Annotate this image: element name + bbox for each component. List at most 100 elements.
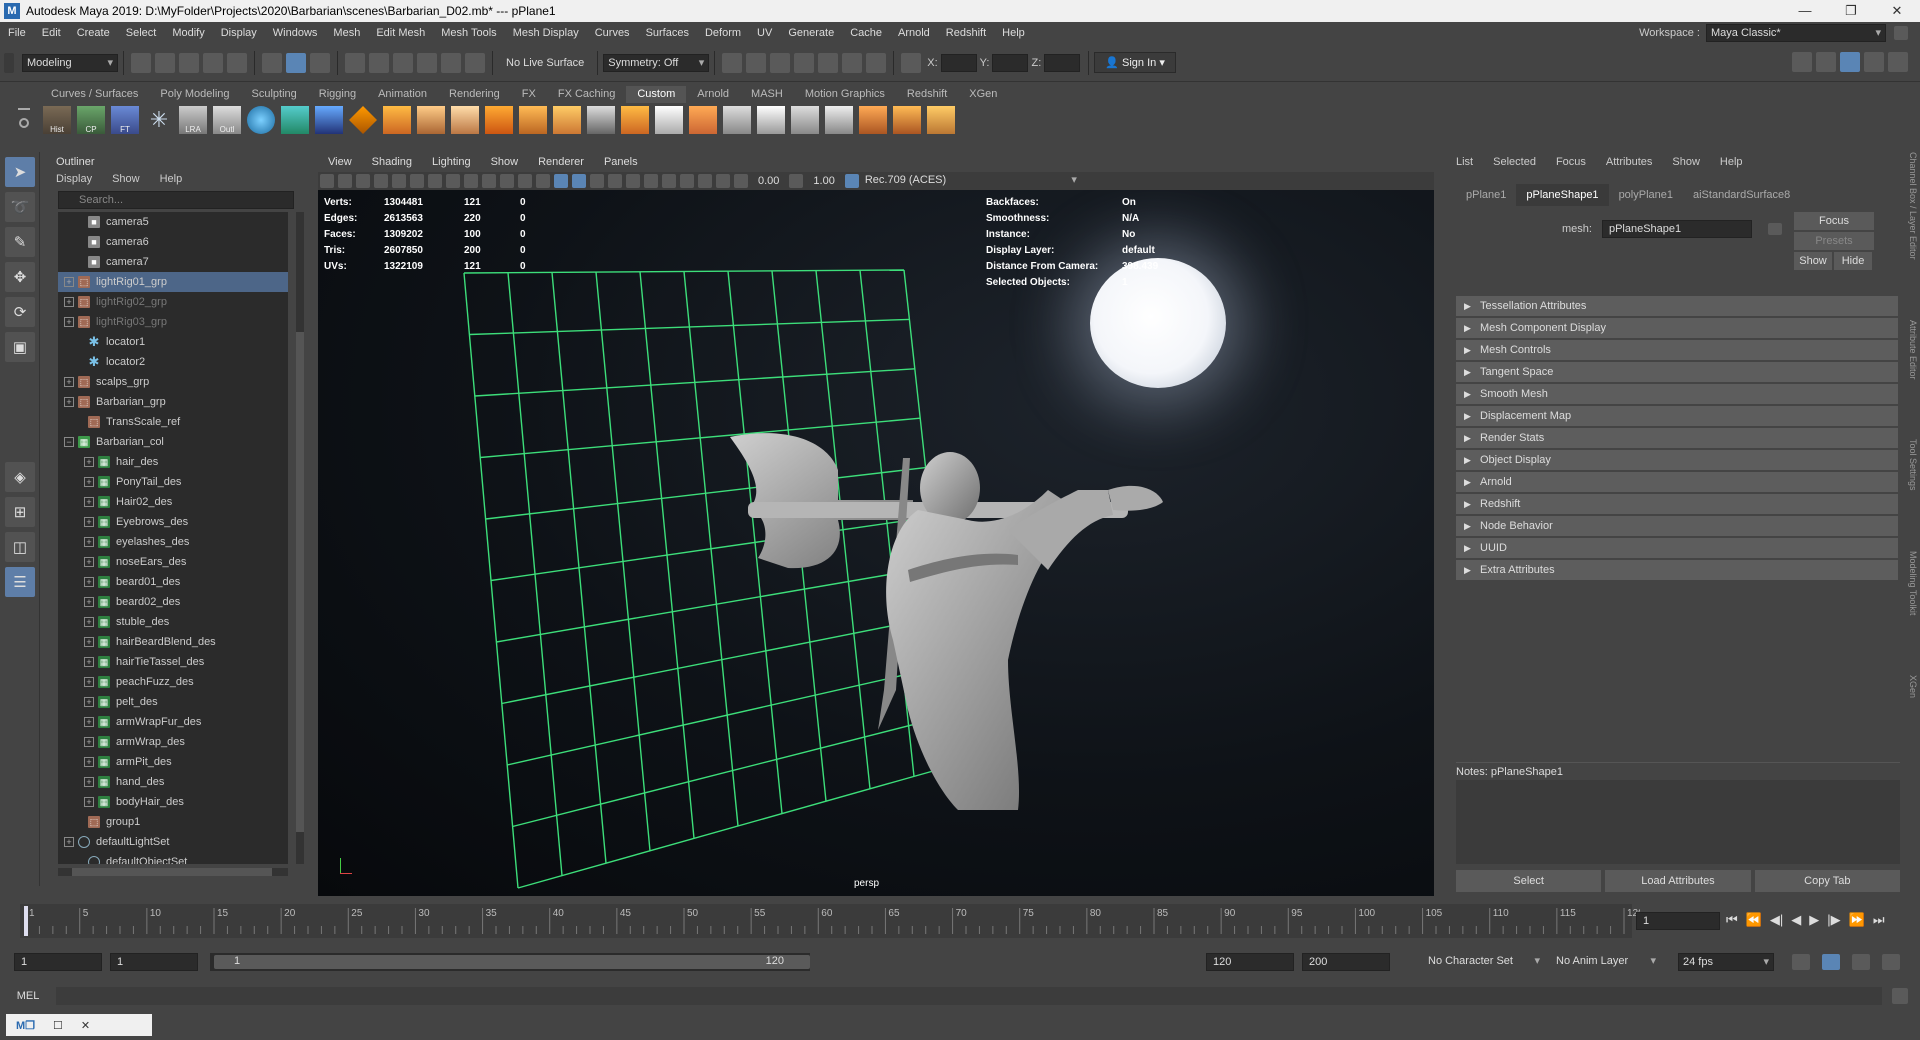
safe-action-icon[interactable] bbox=[518, 174, 532, 188]
outliner-item[interactable]: + ▦ armPit_des bbox=[58, 752, 288, 772]
diamond-icon[interactable] bbox=[349, 106, 377, 134]
outliner-item[interactable]: + ⬚ lightRig01_grp bbox=[58, 272, 288, 292]
viewport-menu-view[interactable]: View bbox=[318, 152, 362, 172]
expand-icon[interactable]: + bbox=[84, 657, 94, 667]
attr-tab[interactable]: pPlaneShape1 bbox=[1516, 184, 1609, 206]
outliner-item[interactable]: + ▦ hairBeardBlend_des bbox=[58, 632, 288, 652]
expand-icon[interactable]: + bbox=[84, 597, 94, 607]
menu-generate[interactable]: Generate bbox=[780, 22, 842, 44]
outliner-item[interactable]: + ▦ armWrapFur_des bbox=[58, 712, 288, 732]
expand-icon[interactable]: + bbox=[84, 577, 94, 587]
symmetry-select[interactable]: Symmetry: Off bbox=[603, 53, 710, 72]
side-tab[interactable]: Channel Box / Layer Editor bbox=[1908, 152, 1918, 260]
snap-grid-icon[interactable] bbox=[345, 52, 365, 73]
shelf-tab-motion-graphics[interactable]: Motion Graphics bbox=[794, 86, 896, 103]
local-rotation-axes-icon[interactable]: LRA bbox=[179, 106, 207, 134]
attr-section-extra-attributes[interactable]: Extra Attributes bbox=[1456, 560, 1898, 580]
attr-menu-selected[interactable]: Selected bbox=[1483, 152, 1546, 172]
end-time-field[interactable]: 200 bbox=[1302, 953, 1390, 971]
3d-scene-canvas[interactable]: Verts: 1304481 121 0 Edges: 2613563 220 0 Faces:… bbox=[318, 190, 1434, 896]
scale-tool-icon[interactable]: ▣ bbox=[5, 332, 35, 362]
current-frame-marker[interactable] bbox=[24, 906, 28, 936]
sign-in-button[interactable]: 👤 Sign In ▾ bbox=[1094, 52, 1176, 73]
outliner-item[interactable]: + ▦ Eyebrows_des bbox=[58, 512, 288, 532]
undo-icon[interactable] bbox=[203, 52, 223, 73]
menu-mesh[interactable]: Mesh bbox=[325, 22, 368, 44]
collapse-icon[interactable]: − bbox=[64, 437, 74, 447]
attr-section-render-stats[interactable]: Render Stats bbox=[1456, 428, 1898, 448]
sphere-icon[interactable] bbox=[247, 106, 275, 134]
menu-uv[interactable]: UV bbox=[749, 22, 780, 44]
2d-pan-icon[interactable] bbox=[392, 174, 406, 188]
z-field[interactable] bbox=[1044, 53, 1081, 72]
extrude-icon[interactable] bbox=[485, 106, 513, 134]
bend-icon[interactable] bbox=[689, 106, 717, 134]
side-tab[interactable]: XGen bbox=[1908, 675, 1918, 698]
shelf-tab-fx[interactable]: FX bbox=[511, 86, 547, 103]
arnold-render-icon[interactable] bbox=[842, 52, 863, 73]
notes-textarea[interactable] bbox=[1456, 780, 1900, 864]
attr-section-tangent-space[interactable]: Tangent Space bbox=[1456, 362, 1898, 382]
barbarian-model[interactable] bbox=[318, 190, 1434, 896]
character-controls-icon[interactable] bbox=[1816, 52, 1836, 72]
expand-icon[interactable]: + bbox=[84, 737, 94, 747]
expand-icon[interactable]: + bbox=[84, 697, 94, 707]
wireframe-icon[interactable] bbox=[554, 174, 568, 188]
lock-icon[interactable] bbox=[1894, 26, 1908, 40]
outliner-item[interactable]: + ⬚ Barbarian_grp bbox=[58, 392, 288, 412]
expand-icon[interactable]: + bbox=[84, 457, 94, 467]
menu-surfaces[interactable]: Surfaces bbox=[638, 22, 697, 44]
grease-pencil-icon[interactable] bbox=[410, 174, 424, 188]
attr-section-node-behavior[interactable]: Node Behavior bbox=[1456, 516, 1898, 536]
box-icon[interactable] bbox=[451, 106, 479, 134]
step-forward-key-icon[interactable]: ⏩ bbox=[1849, 912, 1865, 928]
playback-end-field[interactable]: 120 bbox=[1206, 953, 1294, 971]
node-focus-icon[interactable] bbox=[1767, 223, 1782, 235]
menu-cache[interactable]: Cache bbox=[842, 22, 890, 44]
expand-icon[interactable]: + bbox=[84, 497, 94, 507]
restore-window-icon[interactable]: M❐ bbox=[16, 1019, 35, 1032]
menuset-select[interactable]: Modeling bbox=[22, 53, 118, 72]
gamma-value[interactable]: 1.00 bbox=[813, 175, 834, 187]
outliner-item[interactable]: ⬚ TransScale_ref bbox=[58, 412, 288, 432]
side-tab[interactable]: Modeling Toolkit bbox=[1908, 551, 1918, 615]
history-icon[interactable]: Hist bbox=[43, 106, 71, 134]
copy-tab-button[interactable]: Copy Tab bbox=[1754, 870, 1900, 892]
range-slider[interactable]: 1 120 bbox=[210, 953, 810, 971]
attr-tab[interactable]: aiStandardSurface8 bbox=[1683, 184, 1800, 206]
hand-icon[interactable] bbox=[927, 106, 955, 134]
show-button[interactable]: Show bbox=[1794, 252, 1832, 270]
shelf-tab-arnold[interactable]: Arnold bbox=[686, 86, 740, 103]
sculpt-icon[interactable] bbox=[859, 106, 887, 134]
outliner-layout-icon[interactable]: ☰ bbox=[5, 567, 35, 597]
multi-cut-icon[interactable] bbox=[791, 106, 819, 134]
select-component-icon[interactable] bbox=[310, 52, 330, 73]
menu-curves[interactable]: Curves bbox=[587, 22, 638, 44]
render-frame-icon[interactable] bbox=[746, 52, 767, 73]
channel-box-icon[interactable] bbox=[1888, 52, 1908, 72]
expand-icon[interactable]: + bbox=[84, 717, 94, 727]
menu-edit[interactable]: Edit bbox=[34, 22, 69, 44]
outliner-item[interactable]: + ▦ pelt_des bbox=[58, 692, 288, 712]
anim-layer-select[interactable]: No Anim Layer bbox=[1552, 953, 1660, 971]
curve-tool-icon[interactable] bbox=[315, 106, 343, 134]
new-scene-icon[interactable] bbox=[131, 52, 151, 73]
viewport-menu-lighting[interactable]: Lighting bbox=[422, 152, 481, 172]
shelf-tab-poly-modeling[interactable]: Poly Modeling bbox=[149, 86, 240, 103]
uv-editor-icon[interactable] bbox=[825, 106, 853, 134]
grid-icon[interactable] bbox=[723, 106, 751, 134]
expand-icon[interactable]: + bbox=[84, 637, 94, 647]
outliner-item[interactable]: + ▦ armWrap_des bbox=[58, 732, 288, 752]
motion-blur-icon[interactable] bbox=[662, 174, 676, 188]
shelf-menu-icon[interactable] bbox=[14, 104, 36, 136]
isolate-icon[interactable] bbox=[680, 174, 694, 188]
tool-settings-icon[interactable] bbox=[1864, 52, 1884, 72]
paint-select-icon[interactable]: ✎ bbox=[5, 227, 35, 257]
ao-icon[interactable] bbox=[644, 174, 658, 188]
open-scene-icon[interactable] bbox=[155, 52, 175, 73]
attr-menu-help[interactable]: Help bbox=[1710, 152, 1753, 172]
attr-section-redshift[interactable]: Redshift bbox=[1456, 494, 1898, 514]
outliner-horizontal-scrollbar[interactable] bbox=[58, 868, 288, 876]
attribute-editor-icon[interactable] bbox=[1840, 52, 1860, 72]
menu-modify[interactable]: Modify bbox=[164, 22, 212, 44]
